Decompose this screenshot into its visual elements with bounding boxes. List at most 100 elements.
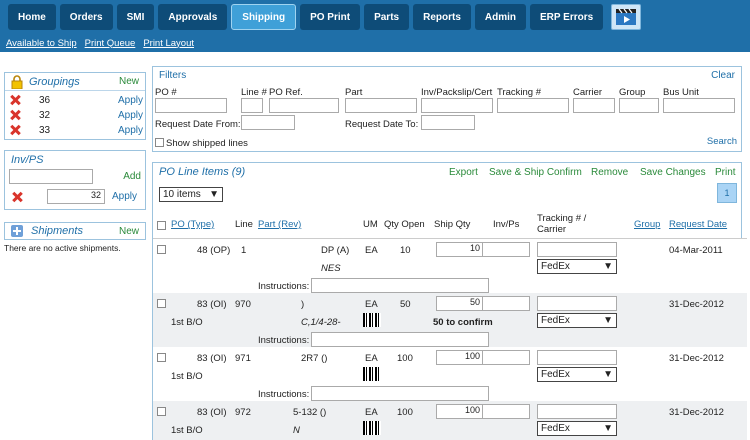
col-line: Line bbox=[235, 219, 253, 230]
row-inv-ps-input[interactable] bbox=[482, 296, 530, 311]
row-checkbox[interactable] bbox=[157, 299, 166, 308]
remove-link[interactable]: Remove bbox=[591, 167, 628, 178]
sub-nav: Available to Ship Print Queue Print Layo… bbox=[0, 36, 750, 50]
row-part: 5-132 () bbox=[293, 407, 327, 418]
row-checkbox[interactable] bbox=[157, 245, 166, 254]
filter-bus-unit-label: Bus Unit bbox=[663, 87, 699, 98]
filter-tracking-input[interactable] bbox=[497, 98, 569, 113]
remove-icon[interactable] bbox=[9, 94, 21, 106]
row-carrier-select[interactable]: FedEx ▼ bbox=[537, 313, 617, 328]
caret-down-icon: ▼ bbox=[603, 261, 613, 272]
search-link[interactable]: Search bbox=[707, 136, 737, 147]
nav-home[interactable]: Home bbox=[8, 4, 56, 30]
nav-po-print[interactable]: PO Print bbox=[300, 4, 361, 30]
filter-poref-input[interactable] bbox=[269, 98, 339, 113]
invps-input[interactable] bbox=[9, 169, 93, 184]
row-ship-qty-input[interactable]: 100 bbox=[436, 404, 484, 419]
groupings-title: Groupings bbox=[29, 75, 80, 88]
nav-orders[interactable]: Orders bbox=[59, 4, 113, 30]
row-ship-qty-input[interactable]: 10 bbox=[436, 242, 484, 257]
col-po-type[interactable]: PO (Type) bbox=[171, 219, 214, 230]
row-inv-ps-input[interactable] bbox=[482, 404, 530, 419]
row-instructions-input[interactable] bbox=[311, 386, 489, 401]
col-request-date[interactable]: Request Date bbox=[669, 219, 727, 230]
filter-bus-unit-input[interactable] bbox=[663, 98, 735, 113]
row-tracking-input[interactable] bbox=[537, 296, 617, 311]
grouping-apply-link[interactable]: Apply bbox=[118, 110, 143, 121]
carrier-value: FedEx bbox=[541, 423, 570, 434]
nav-erp-errors[interactable]: ERP Errors bbox=[530, 4, 604, 30]
row-inv-ps-input[interactable] bbox=[482, 350, 530, 365]
col-tracking-carrier: Tracking # / Carrier bbox=[537, 213, 587, 235]
nav-admin[interactable]: Admin bbox=[474, 4, 526, 30]
remove-icon[interactable] bbox=[9, 124, 21, 136]
invps-apply-link[interactable]: Apply bbox=[112, 191, 137, 202]
row-part: DP (A) bbox=[321, 245, 350, 256]
subnav-print-layout[interactable]: Print Layout bbox=[143, 38, 194, 49]
subnav-available-to-ship[interactable]: Available to Ship bbox=[6, 38, 77, 49]
show-shipped-checkbox[interactable] bbox=[155, 138, 164, 147]
invps-item-field[interactable]: 32 bbox=[47, 189, 105, 204]
filter-group-input[interactable] bbox=[619, 98, 659, 113]
row-tracking-input[interactable] bbox=[537, 242, 617, 257]
shipments-panel: Shipments New bbox=[4, 222, 146, 240]
filter-carrier-input[interactable] bbox=[573, 98, 615, 113]
select-all-checkbox[interactable] bbox=[157, 221, 166, 230]
row-tracking-input[interactable] bbox=[537, 404, 617, 419]
carrier-value: FedEx bbox=[541, 315, 570, 326]
grouping-apply-link[interactable]: Apply bbox=[118, 95, 143, 106]
filter-part-input[interactable] bbox=[345, 98, 417, 113]
invps-add-link[interactable]: Add bbox=[123, 171, 141, 182]
nav-reports[interactable]: Reports bbox=[413, 4, 471, 30]
video-icon[interactable] bbox=[611, 4, 642, 30]
remove-icon[interactable] bbox=[9, 109, 21, 121]
row-backorder: 1st B/O bbox=[171, 371, 203, 382]
print-link[interactable]: Print bbox=[715, 167, 736, 178]
groupings-new-link[interactable]: New bbox=[119, 76, 139, 87]
nav-parts[interactable]: Parts bbox=[364, 4, 410, 30]
nav-shipping[interactable]: Shipping bbox=[231, 4, 297, 30]
export-link[interactable]: Export bbox=[449, 167, 478, 178]
table-header: PO (Type) Line Part (Rev) UM Qty Open Sh… bbox=[153, 213, 747, 239]
invps-panel: Inv/PS Add 32 Apply bbox=[4, 150, 146, 210]
shipments-new-link[interactable]: New bbox=[119, 226, 139, 237]
row-carrier-select[interactable]: FedEx ▼ bbox=[537, 421, 617, 436]
page-size-select[interactable]: 10 items ▼ bbox=[159, 187, 223, 202]
row-instructions-label: Instructions: bbox=[258, 281, 310, 292]
filter-po-input[interactable] bbox=[155, 98, 227, 113]
page-number-button[interactable]: 1 bbox=[717, 183, 737, 203]
request-date-from-input[interactable] bbox=[241, 115, 295, 130]
row-qty-open: 100 bbox=[397, 353, 413, 364]
row-part-desc: N bbox=[293, 425, 300, 436]
plus-icon[interactable] bbox=[11, 225, 23, 237]
grouping-apply-link[interactable]: Apply bbox=[118, 125, 143, 136]
col-part-rev[interactable]: Part (Rev) bbox=[258, 219, 301, 230]
carrier-value: FedEx bbox=[541, 261, 570, 272]
nav-smi[interactable]: SMI bbox=[116, 4, 155, 30]
show-shipped-label: Show shipped lines bbox=[166, 138, 248, 149]
row-ship-qty-input[interactable]: 100 bbox=[436, 350, 484, 365]
col-group[interactable]: Group bbox=[634, 219, 660, 230]
row-checkbox[interactable] bbox=[157, 407, 166, 416]
row-carrier-select[interactable]: FedEx ▼ bbox=[537, 259, 617, 274]
remove-icon[interactable] bbox=[11, 191, 23, 203]
row-inv-ps-input[interactable] bbox=[482, 242, 530, 257]
filter-line-input[interactable] bbox=[241, 98, 263, 113]
shipments-empty-text: There are no active shipments. bbox=[4, 243, 121, 253]
save-changes-link[interactable]: Save Changes bbox=[640, 167, 706, 178]
request-date-to-input[interactable] bbox=[421, 115, 475, 130]
row-instructions-input[interactable] bbox=[311, 332, 489, 347]
row-ship-qty-input[interactable]: 50 bbox=[436, 296, 484, 311]
filter-inv-input[interactable] bbox=[421, 98, 493, 113]
invps-title: Inv/PS bbox=[11, 154, 44, 166]
filters-clear-link[interactable]: Clear bbox=[711, 70, 735, 81]
subnav-print-queue[interactable]: Print Queue bbox=[85, 38, 136, 49]
row-qty-open: 100 bbox=[397, 407, 413, 418]
row-checkbox[interactable] bbox=[157, 353, 166, 362]
nav-approvals[interactable]: Approvals bbox=[158, 4, 228, 30]
row-carrier-select[interactable]: FedEx ▼ bbox=[537, 367, 617, 382]
table-row: 83 (OI) 972 5-132 () 1st B/O N EA 100 10… bbox=[153, 401, 747, 440]
row-instructions-input[interactable] bbox=[311, 278, 489, 293]
row-tracking-input[interactable] bbox=[537, 350, 617, 365]
save-ship-confirm-link[interactable]: Save & Ship Confirm bbox=[489, 167, 582, 178]
